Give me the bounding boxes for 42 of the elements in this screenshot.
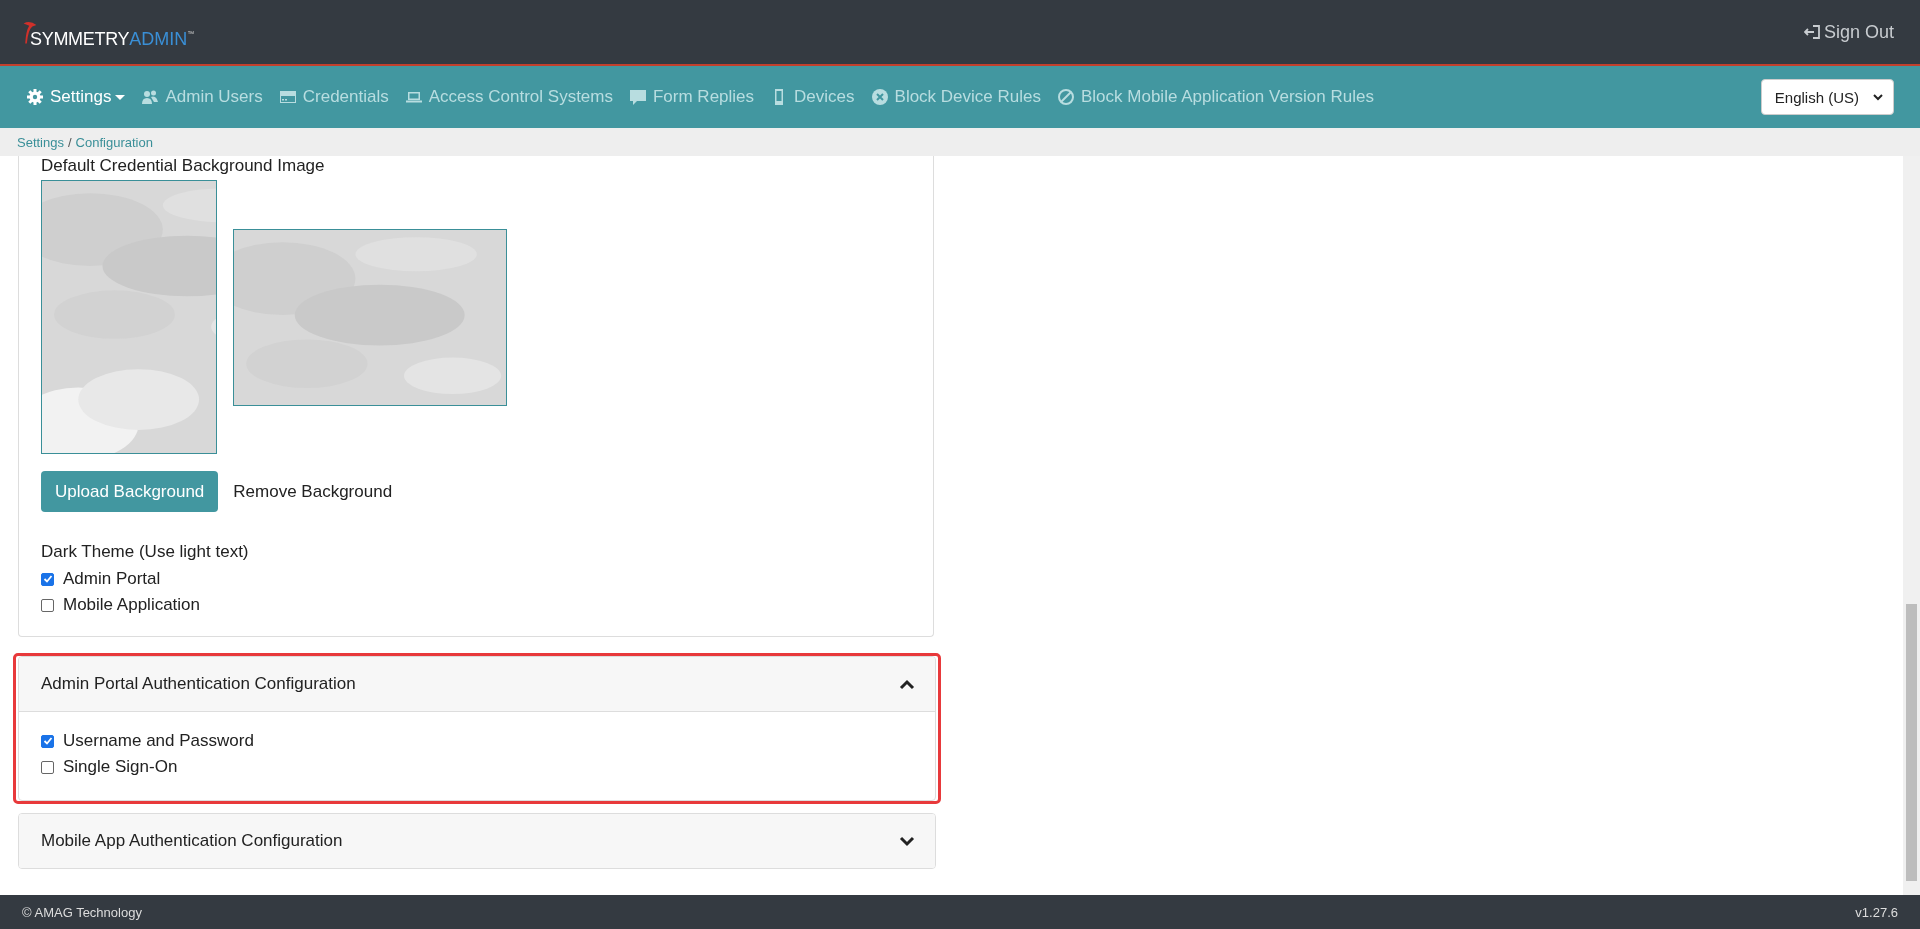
- nav-link[interactable]: Devices: [770, 87, 855, 107]
- checkbox-label: Mobile Application: [63, 595, 201, 615]
- scrollbar[interactable]: [1903, 156, 1920, 895]
- checkbox-label: Username and Password: [63, 731, 254, 751]
- nav-link[interactable]: Form Replies: [629, 87, 755, 107]
- panel-title: Admin Portal Authentication Configuration: [41, 674, 356, 694]
- copyright-text: © AMAG Technology: [22, 904, 142, 920]
- version-text: v1.27.6: [1855, 904, 1898, 920]
- nav-link[interactable]: Settings: [26, 87, 126, 107]
- checkbox[interactable]: [41, 572, 54, 586]
- chevron-up-icon: [899, 678, 915, 690]
- users-icon: [141, 88, 160, 106]
- nav-link[interactable]: Credentials: [278, 87, 389, 107]
- field-label: Default Credential Background Image: [41, 156, 326, 176]
- checkbox[interactable]: [41, 598, 54, 612]
- checkbox-label: Single Sign-On: [63, 757, 178, 777]
- checkbox-label: Admin Portal: [63, 569, 161, 589]
- checkbox[interactable]: [41, 734, 54, 748]
- panel-header[interactable]: Mobile App Authentication Configuration: [19, 814, 935, 868]
- card-icon: [278, 88, 297, 106]
- panel-header[interactable]: Admin Portal Authentication Configuration: [19, 657, 935, 711]
- language-select[interactable]: English (US): [1760, 79, 1894, 115]
- sign-out-icon: [1803, 25, 1820, 39]
- field-label: Dark Theme (Use light text): [41, 542, 250, 562]
- chevron-down-icon: [1873, 93, 1883, 101]
- nav-link[interactable]: Access Control Systems: [404, 87, 613, 107]
- nav-link[interactable]: Admin Users: [141, 87, 263, 107]
- checkbox[interactable]: [41, 760, 54, 774]
- nav-link[interactable]: Block Device Rules: [870, 87, 1041, 107]
- upload-background-button[interactable]: Upload Background: [41, 471, 219, 512]
- breadcrumb-link[interactable]: Settings: [17, 134, 64, 150]
- panel-title: Mobile App Authentication Configuration: [41, 831, 343, 851]
- breadcrumb-link[interactable]: Configuration: [75, 134, 153, 150]
- nav-link[interactable]: Block Mobile Application Version Rules: [1057, 87, 1374, 107]
- gear-icon: [26, 88, 44, 106]
- comment-icon: [629, 88, 647, 106]
- chevron-down-icon: [899, 835, 915, 847]
- breadcrumb-separator: /: [68, 134, 72, 150]
- x-circle-icon: [870, 88, 889, 106]
- ban-icon: [1057, 88, 1075, 106]
- remove-background-link[interactable]: Remove Background: [233, 481, 393, 502]
- sign-out-link[interactable]: Sign Out: [1803, 21, 1894, 43]
